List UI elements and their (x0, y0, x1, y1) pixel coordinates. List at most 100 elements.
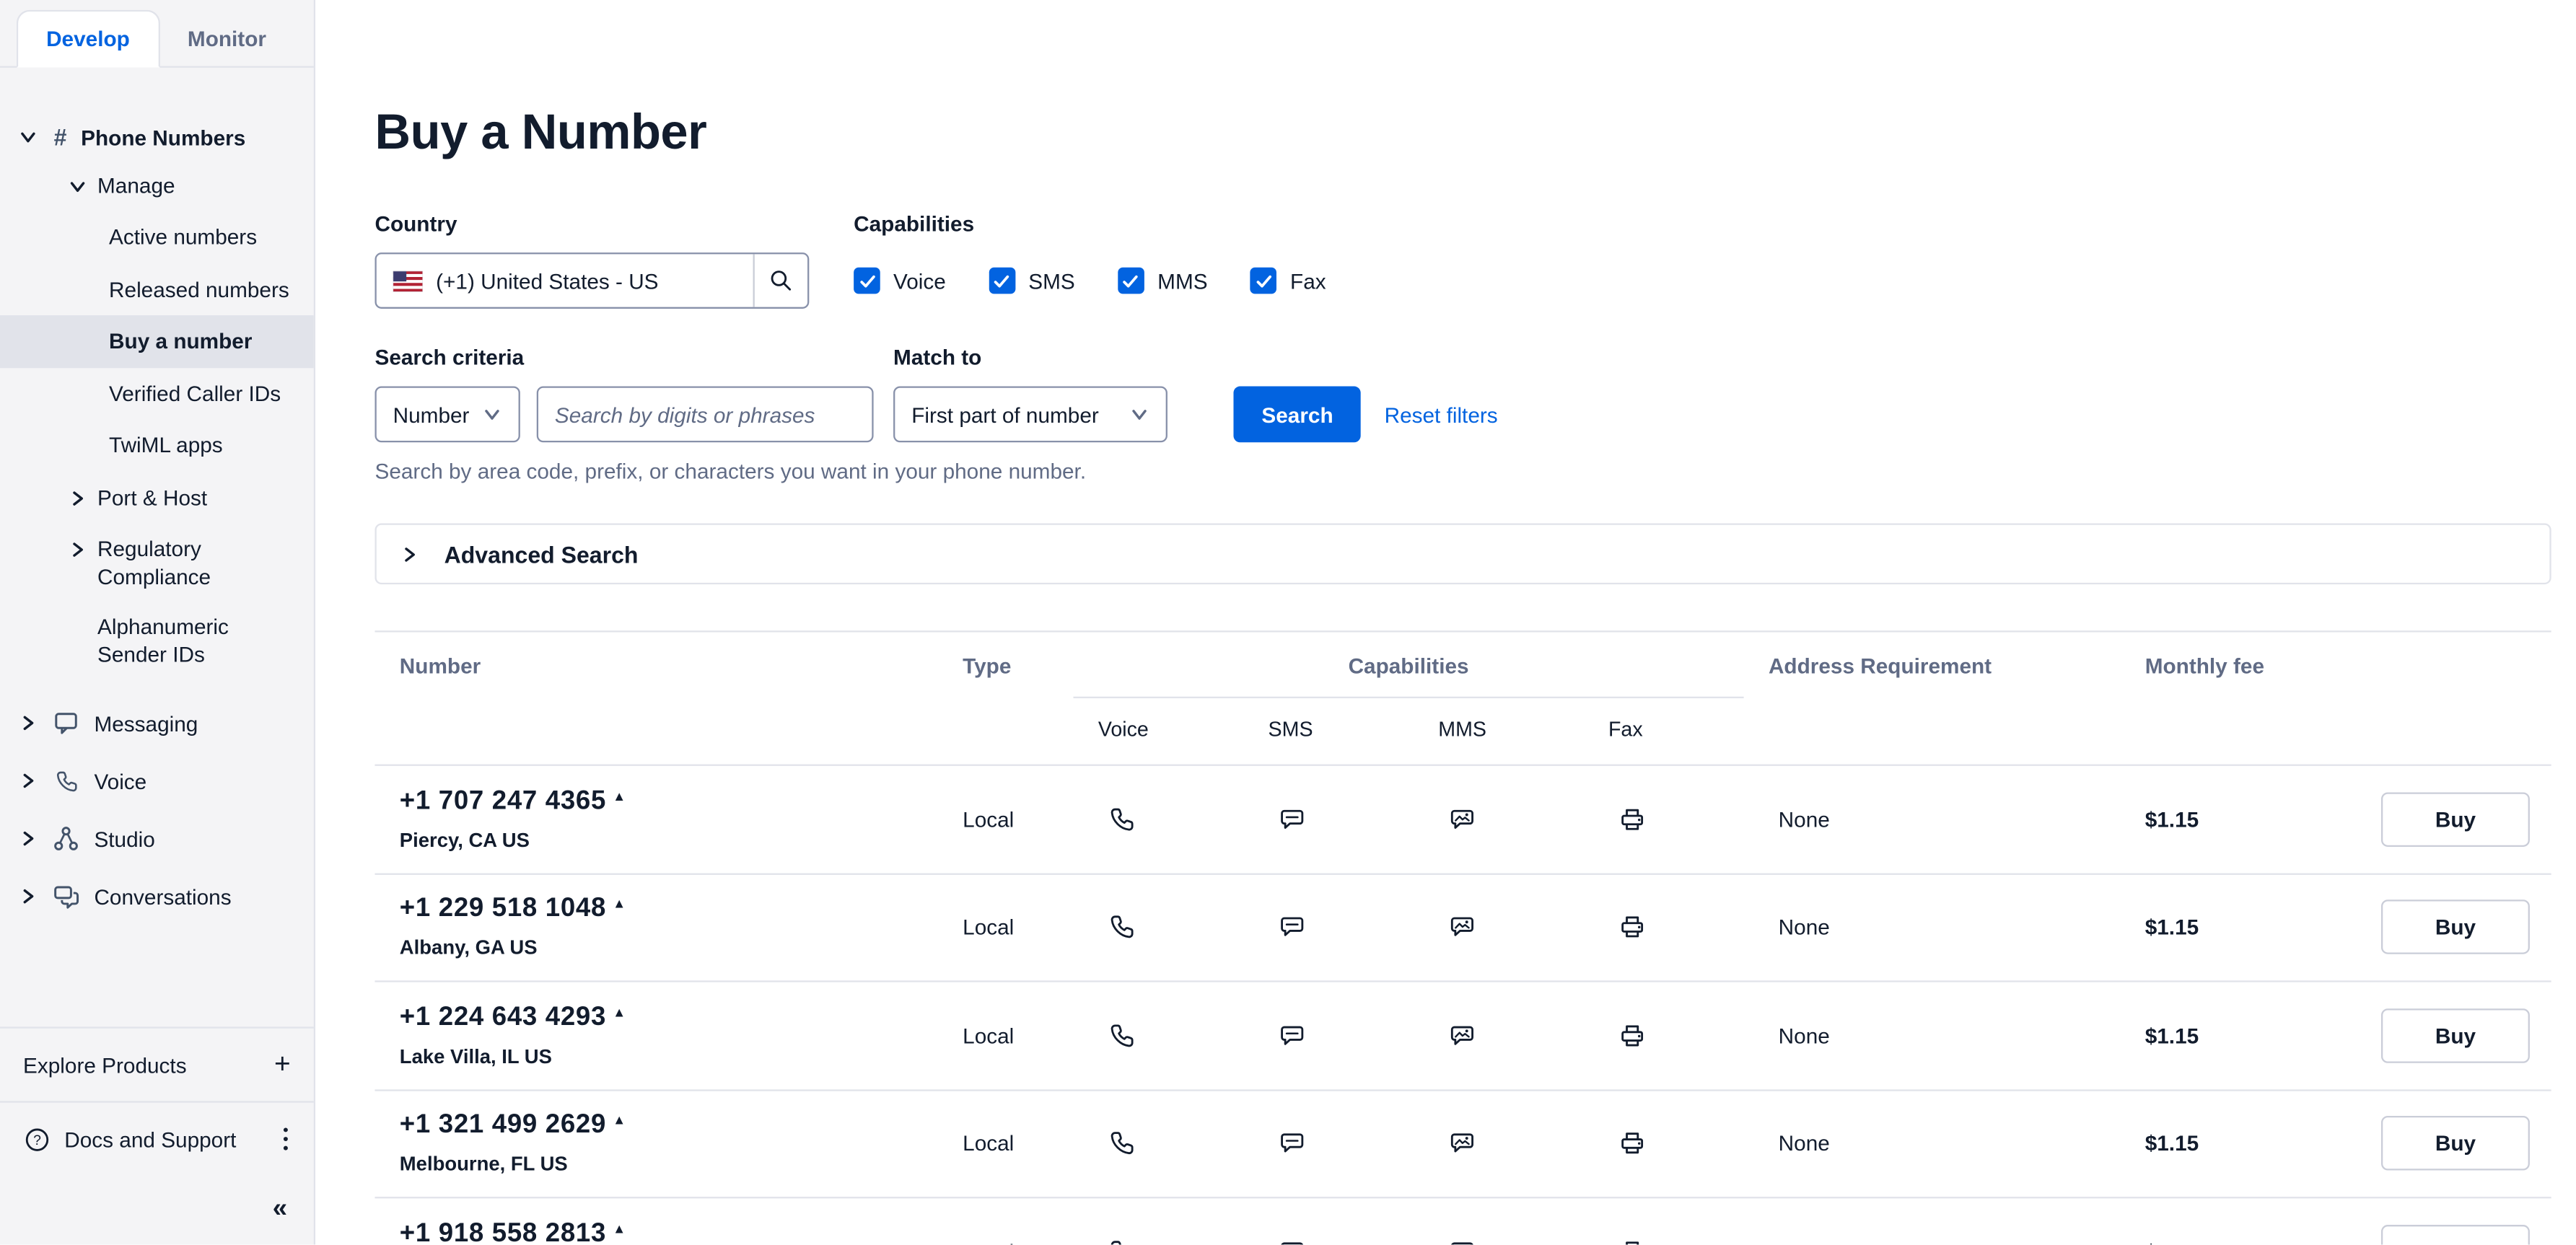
mms-capability-icon (1414, 912, 1584, 943)
table-row: +1 224 643 4293▲ Lake Villa, IL US Local… (374, 982, 2551, 1091)
mms-capability-icon (1414, 1128, 1584, 1159)
mms-capability-icon (1414, 1020, 1584, 1051)
nav-label: Studio (94, 826, 154, 850)
search-input[interactable] (537, 386, 874, 442)
plus-icon[interactable]: + (274, 1048, 291, 1081)
country-select[interactable]: (+1) United States - US (374, 252, 809, 309)
sidebar-item-phone-numbers[interactable]: # Phone Numbers (0, 114, 314, 160)
checkbox-checked-icon[interactable] (854, 268, 880, 294)
chevron-right-icon (66, 537, 89, 560)
checkbox-checked-icon[interactable] (989, 268, 1015, 294)
buy-button[interactable]: Buy (2381, 1008, 2530, 1063)
capability-checkbox-voice[interactable]: Voice (854, 268, 946, 294)
page-title: Buy a Number (374, 105, 2551, 162)
number-cell: +1 224 643 4293▲ Lake Villa, IL US (374, 1003, 937, 1068)
sidebar-item-voice[interactable]: Voice (0, 752, 314, 809)
advanced-search-toggle[interactable]: Advanced Search (374, 523, 2551, 584)
caret-up-icon: ▲ (613, 1221, 626, 1238)
sidebar-item-regulatory-compliance[interactable]: Regulatory Compliance (0, 522, 314, 602)
checkbox-checked-icon[interactable] (1250, 268, 1277, 294)
buy-button[interactable]: Buy (2381, 900, 2530, 955)
number-location: Piercy, CA US (400, 828, 938, 851)
subcol-sms: SMS (1243, 698, 1414, 765)
sidebar-item-messaging[interactable]: Messaging (0, 694, 314, 752)
checkbox-checked-icon[interactable] (1118, 268, 1144, 294)
address-cell: None (1744, 806, 2111, 831)
criteria-select[interactable]: Number (374, 386, 520, 442)
explore-products-row[interactable]: Explore Products + (0, 1026, 314, 1101)
kebab-menu-icon[interactable] (281, 1124, 291, 1153)
reset-filters-link[interactable]: Reset filters (1385, 386, 1498, 442)
capability-checkbox-fax[interactable]: Fax (1250, 268, 1326, 294)
table-row: +1 918 558 2813▲ Mcalester, OK US Local … (374, 1198, 2551, 1244)
us-flag-icon (393, 270, 423, 291)
fax-capability-icon (1584, 1020, 1744, 1051)
buy-button[interactable]: Buy (2381, 1117, 2530, 1171)
sms-capability-icon (1243, 912, 1414, 943)
docs-support-row[interactable]: Docs and Support (0, 1101, 314, 1175)
sidebar-item-verified-caller-ids[interactable]: Verified Caller IDs (0, 367, 314, 419)
nav-label: Buy a number (109, 329, 252, 353)
table-row: +1 229 518 1048▲ Albany, GA US Local Non… (374, 874, 2551, 982)
sidebar-item-active-numbers[interactable]: Active numbers (0, 211, 314, 263)
col-type: Type (938, 632, 1074, 698)
sidebar-item-manage[interactable]: Manage (0, 160, 314, 211)
sidebar-item-twiml-apps[interactable]: TwiML apps (0, 419, 314, 471)
sidebar-item-studio[interactable]: Studio (0, 809, 314, 867)
fee-cell: $1.15 (2111, 1239, 2341, 1244)
number-cell: +1 321 499 2629▲ Melbourne, FL US (374, 1112, 937, 1176)
fax-capability-icon (1584, 912, 1744, 943)
sidebar-item-buy-a-number[interactable]: Buy a number (0, 315, 314, 367)
buy-button[interactable]: Buy (2381, 792, 2530, 847)
sidebar-item-released-numbers[interactable]: Released numbers (0, 263, 314, 315)
chevron-right-icon (398, 542, 421, 566)
number-cell: +1 229 518 1048▲ Albany, GA US (374, 895, 937, 959)
country-value: (+1) United States - US (436, 268, 658, 293)
sidebar-item-port-host[interactable]: Port & Host (0, 471, 314, 522)
chat-bubble-icon (51, 708, 81, 738)
match-to-field: Match to First part of number (893, 345, 1167, 442)
capability-checkbox-mms[interactable]: MMS (1118, 268, 1207, 294)
tab-monitor[interactable]: Monitor (159, 12, 294, 66)
search-helper-text: Search by area code, prefix, or characte… (374, 459, 2551, 483)
subcol-mms: MMS (1414, 698, 1584, 765)
sidebar: Develop Monitor # Phone Numbers Manage A… (0, 0, 315, 1244)
main-content: Buy a Number Country (+1) United States … (315, 0, 2576, 1244)
col-capabilities: Capabilities (1073, 632, 1743, 698)
type-cell: Local (938, 1131, 1074, 1156)
collapse-sidebar-icon[interactable]: « (273, 1195, 287, 1225)
hash-icon: # (48, 124, 72, 151)
caret-up-icon: ▲ (613, 1005, 626, 1021)
address-cell: None (1744, 1131, 2111, 1156)
nav-label: Conversations (94, 884, 231, 908)
caret-up-icon: ▲ (613, 1113, 626, 1130)
country-search-icon[interactable] (753, 254, 808, 307)
col-address-requirement: Address Requirement (1744, 632, 2111, 698)
match-to-select[interactable]: First part of number (893, 386, 1167, 442)
search-button[interactable]: Search (1233, 386, 1361, 442)
table-header: Number Type Capabilities Address Require… (374, 630, 2551, 766)
sidebar-tabbar: Develop Monitor (0, 0, 314, 68)
nav-label: Alphanumeric Sender IDs (97, 612, 282, 668)
conversations-icon (51, 881, 81, 911)
type-cell: Local (938, 806, 1074, 831)
phone-number: +1 224 643 4293 (400, 1003, 606, 1033)
chevron-right-icon (17, 769, 40, 792)
fee-cell: $1.15 (2111, 915, 2341, 939)
capability-checkbox-sms[interactable]: SMS (989, 268, 1074, 294)
fee-cell: $1.15 (2111, 1131, 2341, 1156)
fee-cell: $1.15 (2111, 1023, 2341, 1047)
flow-icon (51, 824, 81, 853)
sidebar-item-conversations[interactable]: Conversations (0, 868, 314, 925)
question-icon (23, 1125, 51, 1153)
voice-capability-icon (1073, 912, 1243, 943)
buy-button[interactable]: Buy (2381, 1224, 2530, 1244)
chevron-down-icon (66, 174, 89, 197)
voice-capability-icon (1073, 804, 1243, 835)
sms-capability-icon (1243, 1128, 1414, 1159)
voice-capability-icon (1073, 1128, 1243, 1159)
search-criteria-field: Search criteria Number (374, 345, 873, 442)
tab-develop[interactable]: Develop (17, 10, 159, 68)
sidebar-item-alphanumeric-sender-ids[interactable]: Alphanumeric Sender IDs (0, 602, 314, 677)
country-label: Country (374, 211, 809, 236)
